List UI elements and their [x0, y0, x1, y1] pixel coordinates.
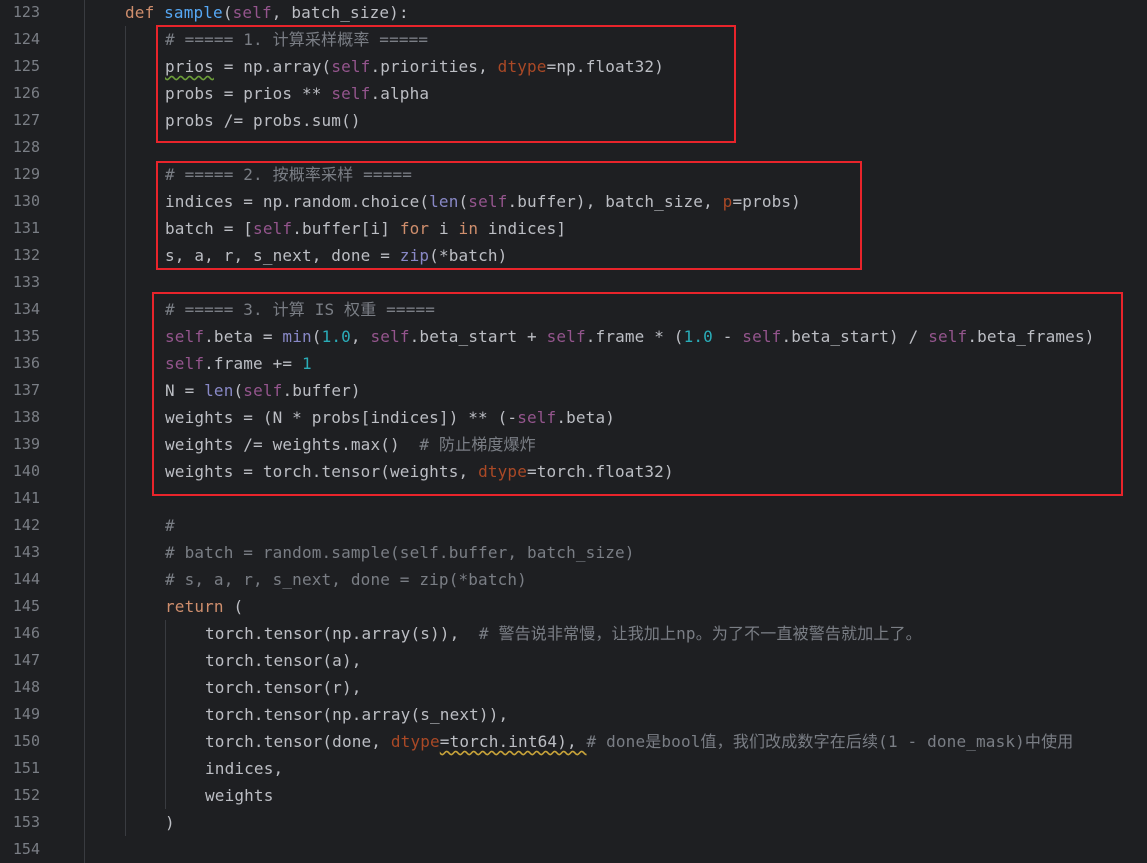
code-token: weights — [205, 786, 274, 805]
code-token: # done是bool值，我们改成数字在后续(1 - done_mask)中使用 — [586, 732, 1074, 751]
line-number: 146 — [12, 624, 40, 642]
line-number: 132 — [12, 246, 40, 264]
code-line[interactable]: # batch = random.sample(self.buffer, bat… — [165, 539, 635, 566]
code-token: dtype — [390, 732, 440, 751]
line-number: 151 — [12, 759, 40, 777]
code-line[interactable]: torch.tensor(np.array(s_next)), — [205, 701, 508, 728]
line-number: 152 — [12, 786, 40, 804]
code-token: torch.tensor(done, — [205, 732, 391, 751]
code-token: indices, — [205, 759, 284, 778]
code-line[interactable]: torch.tensor(a), — [205, 647, 362, 674]
line-number: 136 — [12, 354, 40, 372]
code-token: sample — [164, 3, 223, 22]
line-number: 147 — [12, 651, 40, 669]
code-token: ( — [222, 3, 233, 22]
line-number: 143 — [12, 543, 40, 561]
code-token: , batch_size): — [271, 3, 409, 22]
line-number: 128 — [12, 138, 40, 156]
line-number: 127 — [12, 111, 40, 129]
code-line[interactable]: # s, a, r, s_next, done = zip(*batch) — [165, 566, 527, 593]
code-editor[interactable]: 123 124 125 126 127 128 129 130 131 132 133 134 135 1… — [0, 0, 1147, 863]
code-token: torch.tensor(r), — [205, 678, 362, 697]
line-number: 123 — [12, 3, 40, 21]
code-token: def — [125, 3, 165, 22]
code-line[interactable]: ) — [165, 809, 175, 836]
code-token: torch.tensor(a), — [205, 651, 362, 670]
code-line[interactable]: weights — [205, 782, 273, 809]
code-token: torch.tensor(np.array(s)), — [205, 624, 479, 643]
line-number: 137 — [12, 381, 40, 399]
line-number: 130 — [12, 192, 40, 210]
line-number: 126 — [12, 84, 40, 102]
code-line[interactable]: return ( — [165, 593, 243, 620]
line-number: 150 — [12, 732, 40, 750]
line-number: 124 — [12, 30, 40, 48]
line-number: 141 — [12, 489, 40, 507]
code-token: self — [232, 3, 272, 22]
line-number: 135 — [12, 327, 40, 345]
code-line[interactable]: torch.tensor(r), — [205, 674, 362, 701]
code-token: ) — [165, 813, 175, 832]
line-number: 145 — [12, 597, 40, 615]
indent-guide-body — [125, 26, 126, 836]
code-token: # — [165, 516, 175, 535]
code-token: return — [165, 597, 224, 616]
line-number: 134 — [12, 300, 40, 318]
indent-guide-return — [165, 620, 166, 809]
line-number: 149 — [12, 705, 40, 723]
line-number: 142 — [12, 516, 40, 534]
code-token: torch.tensor(np.array(s_next)), — [205, 705, 509, 724]
line-number: 125 — [12, 57, 40, 75]
line-number: 131 — [12, 219, 40, 237]
line-number: 129 — [12, 165, 40, 183]
code-line[interactable]: torch.tensor(done, dtype=torch.int64), #… — [205, 728, 1073, 755]
code-token: # s, a, r, s_next, done = zip(*batch) — [165, 570, 527, 589]
code-token: # batch = random.sample(self.buffer, bat… — [165, 543, 635, 562]
indent-guide-outer — [84, 0, 85, 863]
line-number: 133 — [12, 273, 40, 291]
line-number: 140 — [12, 462, 40, 480]
line-number: 148 — [12, 678, 40, 696]
line-number: 138 — [12, 408, 40, 426]
line-number: 153 — [12, 813, 40, 831]
highlight-box-sample-by-prob — [156, 161, 862, 270]
highlight-box-compute-is-weights — [152, 292, 1123, 496]
code-line[interactable]: # — [165, 512, 175, 539]
code-token: ( — [223, 597, 244, 616]
code-line[interactable]: indices, — [205, 755, 283, 782]
code-token: =torch.int64), — [439, 732, 587, 751]
code-token: # 警告说非常慢，让我加上np。为了不一直被警告就加上了。 — [478, 624, 922, 643]
line-number: 139 — [12, 435, 40, 453]
code-line[interactable]: def sample(self, batch_size): — [125, 0, 409, 26]
highlight-box-compute-probs — [156, 25, 736, 143]
code-line[interactable]: torch.tensor(np.array(s)), # 警告说非常慢，让我加上… — [205, 620, 922, 647]
line-number: 154 — [12, 840, 40, 858]
line-number: 144 — [12, 570, 40, 588]
